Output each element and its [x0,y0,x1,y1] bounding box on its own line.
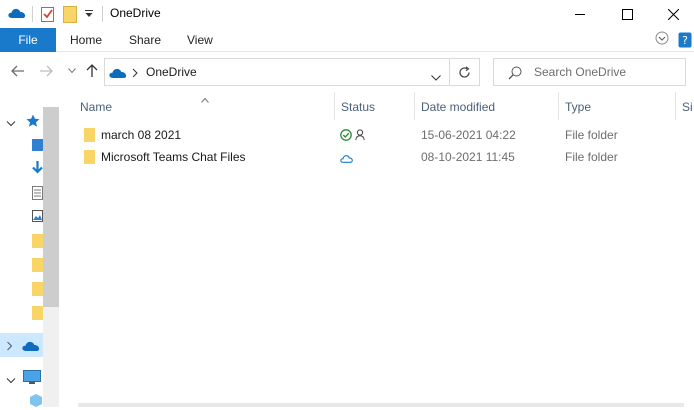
column-label-name: Name [80,100,113,114]
refresh-button[interactable] [450,58,480,86]
minimize-icon [575,14,585,15]
cloud-only-icon [340,152,353,166]
desktop-icon[interactable] [32,138,43,155]
refresh-icon [459,65,470,78]
recent-locations-button[interactable] [64,63,80,79]
downloads-icon[interactable] [32,161,43,178]
column-header-name[interactable]: Name [76,92,334,120]
address-bar[interactable]: OneDrive [104,58,450,86]
3d-objects-icon[interactable] [30,394,42,410]
back-arrow-icon [11,65,24,77]
separator [32,6,33,22]
svg-text:?: ? [682,34,688,47]
folder-icon[interactable] [32,306,43,323]
shared-person-icon [355,129,365,144]
column-header-date-modified[interactable]: Date modified [415,92,558,120]
forward-button[interactable] [38,63,54,79]
maximize-icon [621,8,633,20]
folder-icon [84,128,95,145]
pictures-icon[interactable] [32,210,43,225]
file-date-modified: 15-06-2021 04:22 [421,128,516,142]
file-date-modified: 08-10-2021 11:45 [421,150,515,164]
synced-check-icon [340,129,352,144]
minimize-button[interactable] [557,0,603,28]
scrollbar-thumb[interactable] [43,107,59,307]
expand-chevron-icon[interactable] [6,117,16,131]
window-title: OneDrive [110,6,161,20]
separator [102,6,103,22]
column-label-status: Status [341,100,376,114]
search-box[interactable]: Search OneDrive [493,58,686,86]
file-row[interactable]: Microsoft Teams Chat Files 08-10-2021 11… [76,146,694,168]
navigation-bar: OneDrive Search OneDrive [0,53,694,91]
maximize-button[interactable] [604,0,650,28]
new-folder-icon[interactable] [63,5,77,26]
column-header-size[interactable]: Si [676,92,694,120]
folder-icon[interactable] [32,282,43,299]
column-label-size: Si [682,100,693,114]
file-type: File folder [565,128,618,142]
expand-chevron-icon[interactable] [6,340,14,354]
onedrive-cloud-icon[interactable] [22,340,40,355]
column-label-type: Type [565,100,592,114]
tab-share[interactable]: Share [129,33,161,47]
tab-home[interactable]: Home [70,33,102,47]
onedrive-cloud-icon [109,67,127,82]
close-icon [667,8,679,20]
file-row[interactable]: march 08 2021 15-06-2021 04:22 File fold… [76,124,694,146]
nav-pane-scrollbar[interactable] [43,107,59,407]
search-input[interactable]: Search OneDrive [534,65,626,79]
horizontal-scrollbar[interactable] [78,403,684,407]
search-icon [508,66,522,83]
onedrive-cloud-icon[interactable] [8,7,26,22]
file-type: File folder [565,150,618,164]
folder-icon[interactable] [32,258,43,275]
up-arrow-icon [86,64,98,77]
documents-icon[interactable] [32,186,43,203]
expand-chevron-icon[interactable] [6,374,16,388]
column-label-date-modified: Date modified [421,100,496,114]
expand-ribbon-icon[interactable] [655,31,669,48]
folder-icon [84,150,95,167]
tab-view[interactable]: View [187,33,213,47]
forward-arrow-icon [40,65,53,77]
breadcrumb-chevron-icon[interactable] [132,67,138,81]
this-pc-icon[interactable] [23,370,41,388]
address-dropdown-icon[interactable] [431,70,441,84]
tab-file[interactable]: File [0,28,56,52]
help-icon[interactable]: ? [678,32,692,51]
close-button[interactable] [650,0,694,28]
customize-quick-access-icon[interactable] [84,8,94,22]
back-button[interactable] [10,63,26,79]
ribbon-tabs: File Home Share View ? [0,28,694,52]
sort-ascending-icon [201,92,209,106]
file-name[interactable]: Microsoft Teams Chat Files [101,150,246,164]
quick-access-star-icon[interactable] [26,114,40,131]
navigation-pane [0,92,62,407]
breadcrumb-onedrive[interactable]: OneDrive [146,65,197,79]
file-name[interactable]: march 08 2021 [101,128,181,142]
column-header-status[interactable]: Status [335,92,414,120]
title-bar: OneDrive [0,0,694,28]
properties-checklist-icon[interactable] [40,5,56,26]
folder-icon[interactable] [32,234,43,251]
column-header-type[interactable]: Type [559,92,675,120]
chevron-down-icon [68,68,76,74]
up-button[interactable] [84,63,100,79]
